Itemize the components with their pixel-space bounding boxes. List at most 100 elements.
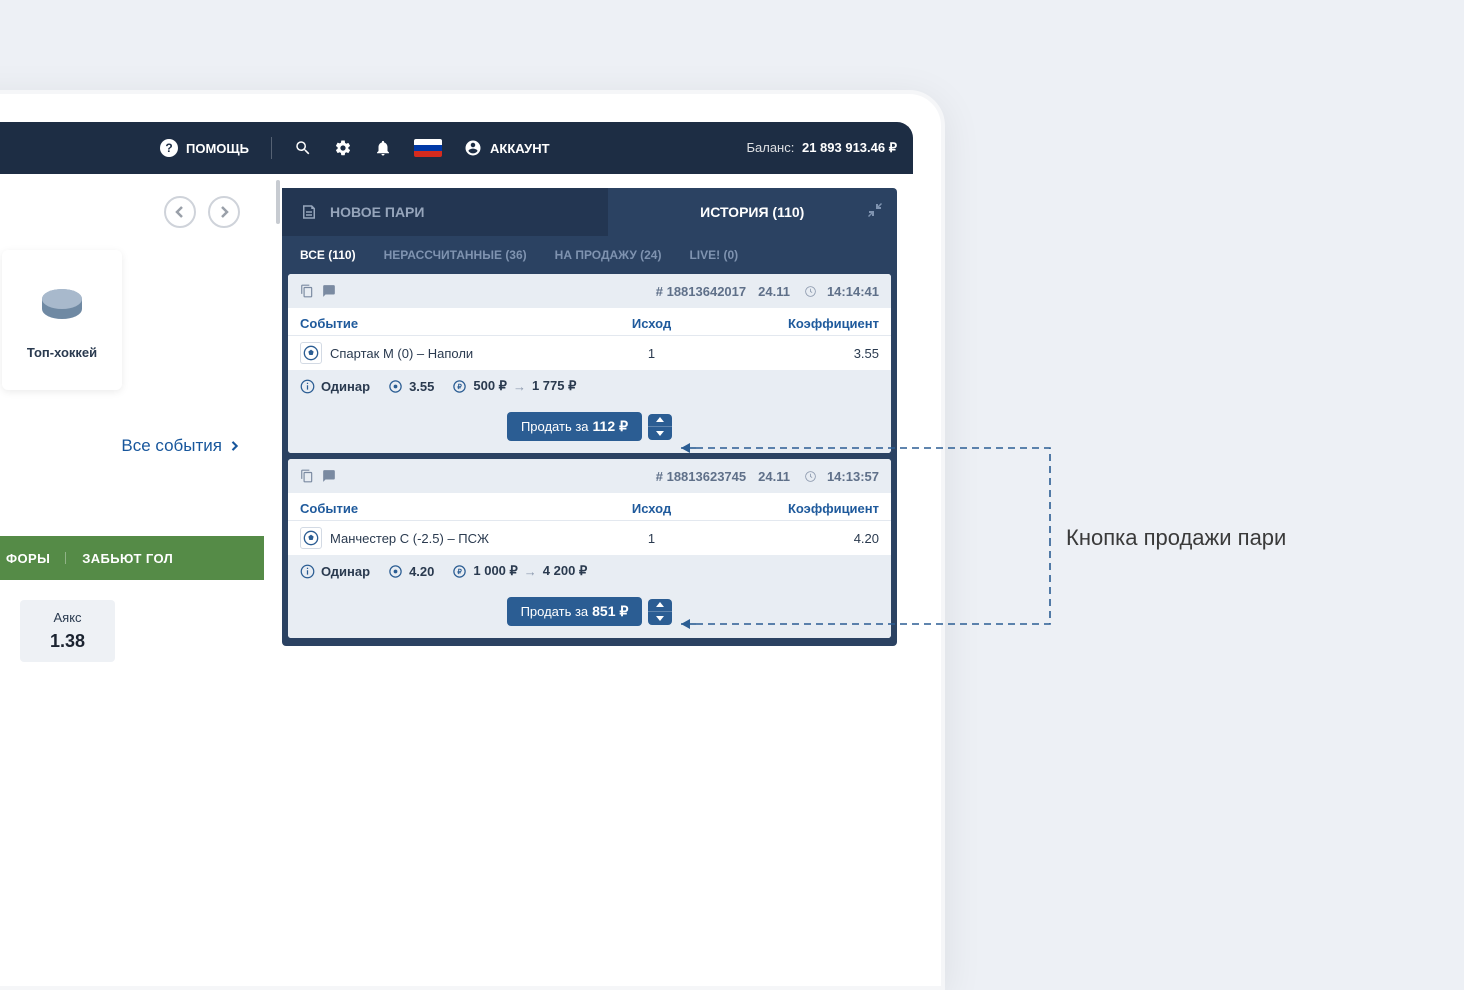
carousel-prev-button[interactable] [164, 196, 196, 228]
balance-label: Баланс: [746, 140, 794, 155]
sell-currency: ₽ [620, 603, 629, 620]
sell-button[interactable]: Продать за 112 ₽ [507, 412, 642, 441]
copy-icon[interactable] [300, 284, 314, 298]
bet-id: # 18813642017 [656, 284, 746, 299]
minimize-icon[interactable] [867, 202, 883, 221]
market-tab-goal[interactable]: ЗАБЬЮТ ГОЛ [66, 551, 189, 566]
chat-icon[interactable] [322, 469, 336, 483]
svg-text:₽: ₽ [458, 383, 463, 391]
content-area: тбол Топ-хоккей Все события [0, 174, 913, 958]
bet-table-head: Событие Исход Коэффициент [288, 493, 891, 520]
bet-card: # 18813623745 24.11 14:13:57 Событие Исх… [288, 459, 891, 638]
note-icon [300, 203, 318, 221]
filter-forsale[interactable]: НА ПРОДАЖУ (24) [555, 248, 662, 262]
sell-row: Продать за 112 ₽ [288, 402, 891, 453]
clock-icon [804, 285, 817, 298]
stepper-up[interactable] [648, 414, 672, 428]
filter-unsettled[interactable]: НЕРАССЧИТАННЫЕ (36) [384, 248, 527, 262]
gear-icon[interactable] [334, 139, 352, 157]
odds-value: 1.38 [50, 631, 85, 652]
coin-icon: ₽ [452, 379, 467, 394]
flag-ru-icon[interactable] [414, 139, 442, 157]
target-icon [388, 379, 403, 394]
bet-coef: 4.20 [714, 531, 879, 546]
sell-stepper[interactable] [648, 599, 672, 625]
col-outcome: Исход [590, 316, 714, 331]
football-icon [303, 345, 319, 361]
chevron-right-icon [230, 440, 240, 452]
bet-id: # 18813623745 [656, 469, 746, 484]
clock-icon [804, 470, 817, 483]
sport-badge [300, 342, 322, 364]
bet-summary: Одинар 4.20 ₽1 000 ₽→4 200 ₽ [288, 555, 891, 587]
bet-summary: Одинар 3.55 ₽500 ₽→1 775 ₽ [288, 370, 891, 402]
sell-amount: 851 [592, 603, 615, 619]
device-screen: ? ПОМОЩЬ АККАУНТ Баланс: 21 893 913.46 ₽ [0, 122, 913, 958]
tab-history[interactable]: ИСТОРИЯ (110) [608, 188, 898, 236]
sell-prefix: Продать за [521, 419, 589, 434]
bet-row: Спартак М (0) – Наполи 1 3.55 [288, 335, 891, 370]
market-tabs: ФОРЫ ЗАБЬЮТ ГОЛ [0, 536, 264, 580]
info-icon [300, 379, 315, 394]
target-icon [388, 564, 403, 579]
filter-live[interactable]: LIVE! (0) [689, 248, 738, 262]
bet-panel-column: НОВОЕ ПАРИ ИСТОРИЯ (110) ВСЕ (110) НЕРАС… [282, 188, 897, 958]
odds-team: Аякс [50, 610, 85, 625]
odds-cards: Аякс 1.38 [0, 600, 264, 662]
search-icon[interactable] [294, 139, 312, 157]
bet-date: 24.11 [758, 469, 790, 484]
bet-payout: 1 775 ₽ [532, 378, 576, 394]
bet-coef: 3.55 [714, 346, 879, 361]
user-icon [464, 139, 482, 157]
bet-header: # 18813642017 24.11 14:14:41 [288, 274, 891, 308]
sell-button[interactable]: Продать за 851 ₽ [507, 597, 643, 626]
help-label: ПОМОЩЬ [186, 141, 249, 156]
stepper-down[interactable] [648, 427, 672, 440]
scrollbar[interactable] [276, 180, 280, 224]
bell-icon[interactable] [374, 139, 392, 157]
sell-prefix: Продать за [521, 604, 589, 619]
bet-stake: 1 000 ₽ [473, 563, 517, 579]
balance-display: Баланс: 21 893 913.46 ₽ [746, 140, 897, 156]
stepper-up[interactable] [648, 599, 672, 613]
filter-all[interactable]: ВСЕ (110) [300, 248, 356, 262]
sell-stepper[interactable] [648, 414, 672, 440]
sell-currency: ₽ [619, 418, 628, 435]
bet-outcome: 1 [590, 531, 714, 546]
all-events-link[interactable]: Все события [0, 436, 264, 456]
bet-time: 14:14:41 [827, 284, 879, 299]
history-filters: ВСЕ (110) НЕРАССЧИТАННЫЕ (36) НА ПРОДАЖУ… [282, 236, 897, 274]
bet-type: Одинар [321, 379, 370, 394]
bet-outcome: 1 [590, 346, 714, 361]
svg-text:₽: ₽ [458, 568, 463, 576]
tile-hockey[interactable]: Топ-хоккей [2, 250, 122, 390]
bet-stake: 500 ₽ [473, 378, 507, 394]
arrow-icon: → [524, 564, 537, 579]
col-outcome: Исход [590, 501, 714, 516]
help-icon: ? [160, 139, 178, 157]
bet-time: 14:13:57 [827, 469, 879, 484]
all-events-label: Все события [121, 436, 222, 456]
tab-new-bet[interactable]: НОВОЕ ПАРИ [282, 188, 608, 236]
sport-tiles: тбол Топ-хоккей [0, 250, 264, 390]
help-link[interactable]: ? ПОМОЩЬ [160, 139, 249, 157]
stepper-down[interactable] [648, 612, 672, 625]
panel-tabs: НОВОЕ ПАРИ ИСТОРИЯ (110) [282, 188, 897, 236]
bet-date: 24.11 [758, 284, 790, 299]
odds-card[interactable]: Аякс 1.38 [20, 600, 115, 662]
bet-row: Манчестер С (-2.5) – ПСЖ 1 4.20 [288, 520, 891, 555]
account-link[interactable]: АККАУНТ [464, 139, 550, 157]
copy-icon[interactable] [300, 469, 314, 483]
sell-amount: 112 [593, 418, 616, 434]
bet-type: Одинар [321, 564, 370, 579]
chat-icon[interactable] [322, 284, 336, 298]
divider [271, 137, 272, 159]
sport-badge [300, 527, 322, 549]
account-label: АККАУНТ [490, 141, 550, 156]
market-tab-handicap[interactable]: ФОРЫ [0, 551, 66, 566]
coin-icon: ₽ [452, 564, 467, 579]
sidebar: тбол Топ-хоккей Все события [0, 174, 282, 958]
carousel-next-button[interactable] [208, 196, 240, 228]
bet-header: # 18813623745 24.11 14:13:57 [288, 459, 891, 493]
tab-history-label: ИСТОРИЯ (110) [700, 204, 804, 220]
